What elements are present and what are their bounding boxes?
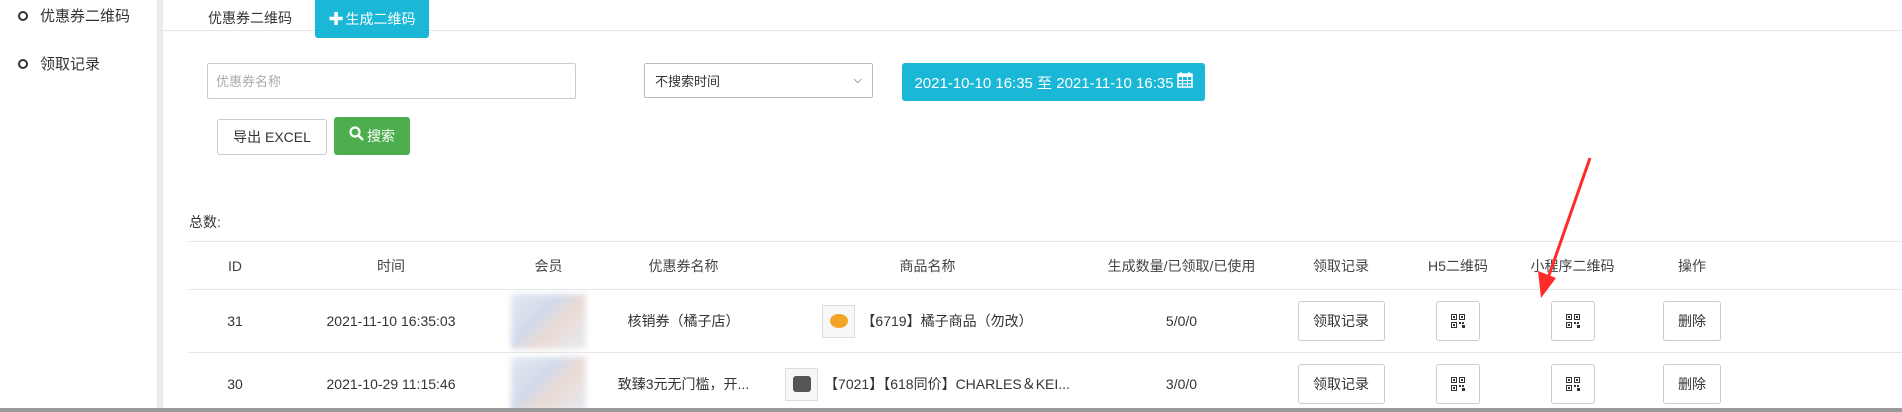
time-filter-select[interactable]: 不搜索时间 ⌵ bbox=[644, 63, 873, 98]
cell-miniprogram-qrcode bbox=[1513, 353, 1632, 412]
cell-h5-qrcode bbox=[1403, 353, 1513, 412]
h5-qrcode-button[interactable] bbox=[1436, 364, 1480, 404]
calendar-icon bbox=[1176, 71, 1193, 93]
header-miniprogram-qrcode: 小程序二维码 bbox=[1530, 257, 1615, 274]
header-h5-qrcode: H5二维码 bbox=[1428, 257, 1488, 274]
delete-button[interactable]: 删除 bbox=[1663, 364, 1721, 404]
cell-counts: 3/0/0 bbox=[1165, 376, 1198, 392]
search-button[interactable]: 搜索 bbox=[334, 117, 410, 155]
tab-coupon-qrcode[interactable]: 优惠券二维码 bbox=[208, 8, 292, 28]
product-thumbnail bbox=[785, 367, 819, 401]
table-row: 31 2021-11-10 16:35:03 核销券（橘子店） 【6719】橘子… bbox=[189, 290, 1902, 353]
date-range-button[interactable]: 2021-10-10 16:35 至 2021-11-10 16:35 bbox=[902, 63, 1205, 101]
qrcode-icon bbox=[1565, 314, 1580, 328]
coupon-name-input[interactable] bbox=[207, 63, 576, 99]
circle-icon bbox=[18, 10, 28, 21]
header-coupon-name: 优惠券名称 bbox=[648, 257, 719, 274]
header-product-name: 商品名称 bbox=[899, 257, 956, 274]
export-excel-button[interactable]: 导出 EXCEL bbox=[217, 119, 327, 155]
sidebar-item-label: 优惠券二维码 bbox=[40, 8, 131, 25]
header-claim-records: 领取记录 bbox=[1313, 257, 1369, 274]
time-filter-value: 不搜索时间 bbox=[655, 74, 721, 89]
generate-qrcode-label: 生成二维码 bbox=[345, 11, 416, 27]
coupon-table: ID 时间 会员 优惠券名称 商品名称 生成数量/已领取/已使用 领取记录 H5… bbox=[189, 241, 1902, 412]
cell-coupon-name: 致臻3元无门槛，开... bbox=[617, 376, 750, 392]
avatar bbox=[511, 293, 586, 349]
cell-time: 2021-10-29 11:15:46 bbox=[326, 376, 456, 392]
table-row: 30 2021-10-29 11:15:46 致臻3元无门槛，开... 【702… bbox=[189, 353, 1902, 412]
table-header: ID 时间 会员 优惠券名称 商品名称 生成数量/已领取/已使用 领取记录 H5… bbox=[189, 242, 1902, 290]
claim-records-button[interactable]: 领取记录 bbox=[1297, 364, 1385, 404]
cell-id: 30 bbox=[227, 376, 243, 392]
sidebar-item-label: 领取记录 bbox=[40, 56, 101, 73]
avatar bbox=[511, 356, 586, 412]
cell-time: 2021-11-10 16:35:03 bbox=[326, 313, 456, 329]
product-thumbnail bbox=[822, 304, 856, 338]
cell-claim-records: 领取记录 bbox=[1279, 353, 1403, 412]
header-counts: 生成数量/已领取/已使用 bbox=[1107, 257, 1256, 274]
cell-product-name: 【6719】橘子商品（勿改） bbox=[771, 290, 1084, 352]
cell-h5-qrcode bbox=[1403, 290, 1513, 352]
search-label: 搜索 bbox=[367, 128, 395, 144]
product-name-text: 【7021】【618同价】CHARLES＆KEI... bbox=[824, 376, 1070, 392]
sidebar-item-coupon-qrcode[interactable]: 优惠券二维码 bbox=[18, 5, 130, 26]
plus-icon: ✚ bbox=[328, 8, 344, 29]
header-member: 会员 bbox=[534, 257, 563, 274]
qrcode-icon bbox=[1451, 377, 1465, 391]
claim-records-button[interactable]: 领取记录 bbox=[1297, 301, 1385, 341]
cell-miniprogram-qrcode bbox=[1513, 290, 1632, 352]
search-icon bbox=[349, 126, 364, 146]
header-actions: 操作 bbox=[1678, 257, 1706, 274]
main-panel: 优惠券二维码 ✚ 生成二维码 不搜索时间 ⌵ 2021-10-10 16:35 … bbox=[163, 0, 1902, 412]
cell-actions: 删除 bbox=[1632, 353, 1752, 412]
cell-id: 31 bbox=[227, 313, 243, 329]
sidebar-item-claim-records[interactable]: 领取记录 bbox=[18, 53, 100, 74]
miniprogram-qrcode-button[interactable] bbox=[1550, 301, 1595, 341]
circle-icon bbox=[18, 58, 28, 69]
cell-coupon-name: 核销券（橘子店） bbox=[627, 313, 740, 329]
cell-actions: 删除 bbox=[1632, 290, 1752, 352]
h5-qrcode-button[interactable] bbox=[1436, 301, 1480, 341]
total-count-label: 总数: bbox=[189, 214, 221, 230]
cell-member bbox=[501, 353, 596, 412]
cell-product-name: 【7021】【618同价】CHARLES＆KEI... bbox=[771, 353, 1084, 412]
bottom-divider bbox=[0, 408, 1902, 412]
delete-button[interactable]: 删除 bbox=[1663, 301, 1721, 341]
product-name-text: 【6719】橘子商品（勿改） bbox=[861, 313, 1033, 329]
qrcode-icon bbox=[1565, 377, 1580, 391]
generate-qrcode-button[interactable]: ✚ 生成二维码 bbox=[315, 0, 429, 38]
chevron-down-icon: ⌵ bbox=[853, 74, 862, 86]
qrcode-icon bbox=[1451, 314, 1465, 328]
cell-counts: 5/0/0 bbox=[1165, 313, 1198, 329]
sidebar: 优惠券二维码 领取记录 bbox=[0, 0, 157, 412]
cell-member bbox=[501, 290, 596, 352]
date-range-value: 2021-10-10 16:35 至 2021-11-10 16:35 bbox=[914, 74, 1174, 92]
header-time: 时间 bbox=[377, 257, 405, 274]
header-id: ID bbox=[228, 257, 242, 274]
miniprogram-qrcode-button[interactable] bbox=[1550, 364, 1595, 404]
cell-claim-records: 领取记录 bbox=[1279, 290, 1403, 352]
